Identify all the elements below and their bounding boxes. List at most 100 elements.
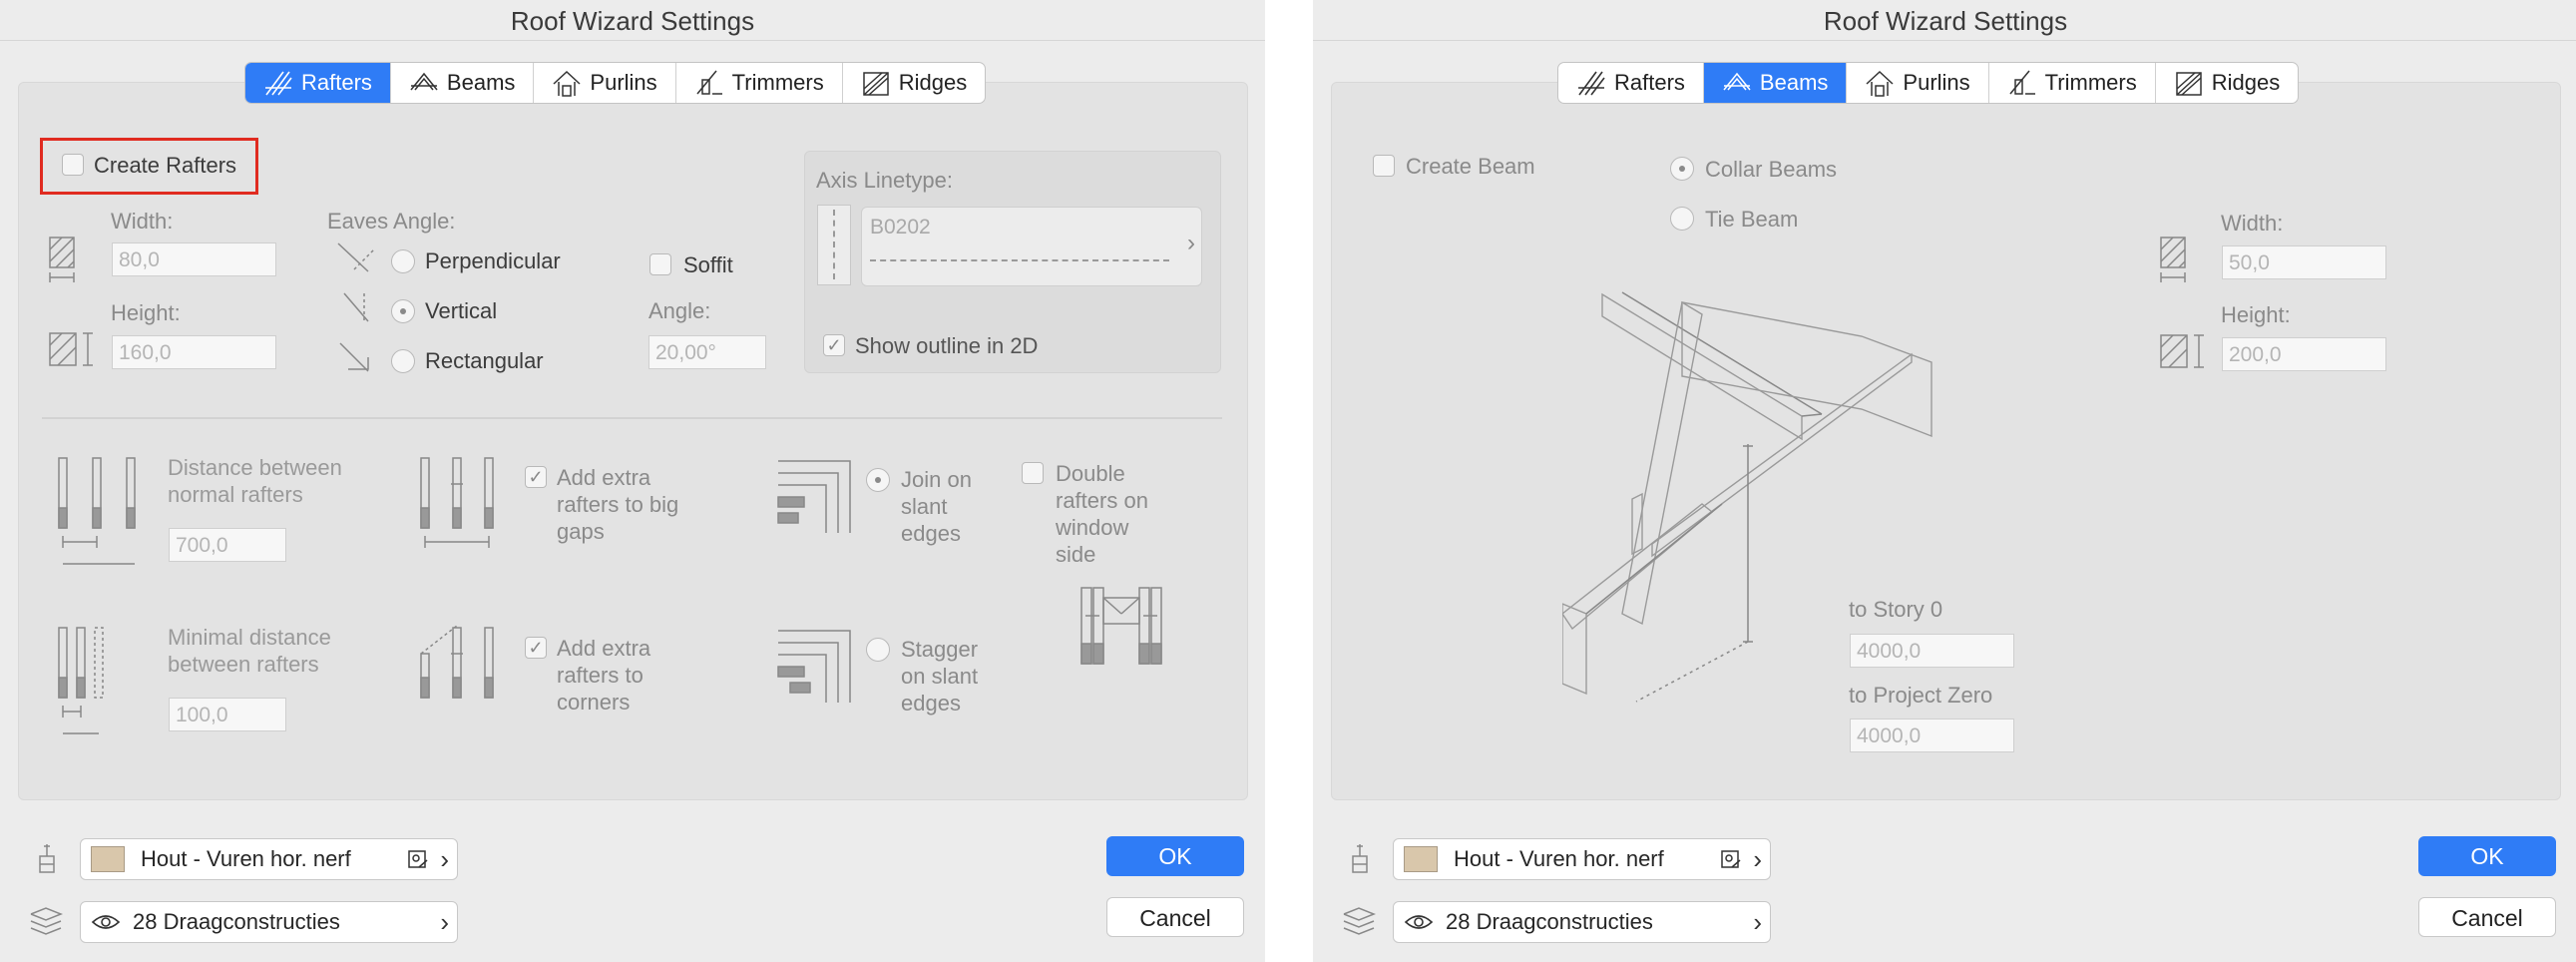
tab-beams[interactable]: Beams xyxy=(1703,63,1848,103)
width-label: Width: xyxy=(2221,211,2284,236)
chevron-right-icon: › xyxy=(440,907,449,937)
chevron-right-icon: › xyxy=(1753,907,1762,937)
purlins-icon xyxy=(1866,70,1894,97)
height-label: Height: xyxy=(2221,302,2291,327)
soffit-checkbox[interactable] xyxy=(649,253,671,275)
join-slant-edges-icon xyxy=(777,460,851,533)
to-story-field[interactable]: 4000,0 xyxy=(1850,634,2014,668)
tab-trimmers[interactable]: Trimmers xyxy=(676,63,843,103)
create-beam-checkbox[interactable] xyxy=(1373,155,1395,177)
minimal-distance-icon xyxy=(58,627,104,734)
soffit-label: Soffit xyxy=(683,252,733,277)
tie-beam-radio[interactable] xyxy=(1670,207,1694,231)
tie-beam-label: Tie Beam xyxy=(1705,207,1799,232)
tab-purlins[interactable]: Purlins xyxy=(1847,63,1989,103)
material-name: Hout - Vuren hor. nerf xyxy=(141,846,351,871)
create-rafters-checkbox[interactable] xyxy=(62,154,84,176)
paintbrush-icon xyxy=(39,844,55,873)
width-field[interactable]: 80,0 xyxy=(112,242,276,276)
minimal-distance-field[interactable]: 100,0 xyxy=(169,698,286,731)
show-outline-checkbox[interactable]: ✓ xyxy=(823,334,845,356)
ok-button[interactable]: OK xyxy=(2418,836,2556,876)
tab-label: Ridges xyxy=(2211,70,2281,95)
distance-normal-label: Distance between normal rafters xyxy=(168,455,342,507)
stagger-slant-edges-icon xyxy=(777,630,851,703)
material-picker[interactable]: Hout - Vuren hor. nerf › xyxy=(80,838,458,880)
join-slant-radio[interactable] xyxy=(866,468,890,492)
tab-label: Ridges xyxy=(898,70,968,95)
material-name: Hout - Vuren hor. nerf xyxy=(1454,846,1664,871)
axis-linetype-selector[interactable]: B0202 › xyxy=(861,207,1202,286)
distance-normal-field[interactable]: 700,0 xyxy=(169,528,286,562)
angle-label: Angle: xyxy=(648,298,711,323)
tab-label: Rafters xyxy=(1614,70,1685,95)
hatched-width-icon xyxy=(2160,237,2186,282)
tab-label: Trimmers xyxy=(2044,70,2137,95)
double-rafters-checkbox[interactable] xyxy=(1022,462,1044,484)
layers-icon xyxy=(30,907,64,935)
dialog-title: Roof Wizard Settings xyxy=(1313,0,2576,41)
extra-rafters-gaps-icon xyxy=(420,457,494,548)
eye-icon xyxy=(91,915,121,929)
tab-beams[interactable]: Beams xyxy=(391,63,535,103)
paintbrush-icon xyxy=(1352,844,1368,873)
ok-button[interactable]: OK xyxy=(1106,836,1244,876)
extra-rafters-corners-checkbox[interactable]: ✓ xyxy=(525,637,547,659)
width-label: Width: xyxy=(111,209,174,234)
rectangular-radio[interactable] xyxy=(391,349,415,373)
create-beam-label: Create Beam xyxy=(1406,154,1535,179)
vertical-radio[interactable] xyxy=(391,299,415,323)
tab-ridges[interactable]: Ridges xyxy=(2156,63,2298,103)
extra-rafters-gaps-checkbox[interactable]: ✓ xyxy=(525,466,547,488)
extra-rafters-gaps-label: Add extra rafters to big gaps xyxy=(557,465,679,544)
tab-rafters[interactable]: Rafters xyxy=(1558,63,1704,103)
beams-icon xyxy=(410,72,438,91)
stagger-slant-label: Stagger on slant edges xyxy=(901,637,979,716)
to-project-zero-label: to Project Zero xyxy=(1849,683,1993,708)
material-picker[interactable]: Hout - Vuren hor. nerf › xyxy=(1393,838,1771,880)
perpendicular-label: Perpendicular xyxy=(425,248,561,273)
normal-rafters-distance-icon xyxy=(58,457,136,565)
collar-beams-radio[interactable] xyxy=(1670,157,1694,181)
axis-linetype-label: Axis Linetype: xyxy=(816,168,953,193)
tab-trimmers[interactable]: Trimmers xyxy=(1989,63,2156,103)
extra-rafters-corners-label: Add extra rafters to corners xyxy=(557,636,651,715)
tab-label: Rafters xyxy=(301,70,372,95)
height-field[interactable]: 160,0 xyxy=(112,335,276,369)
width-field[interactable]: 50,0 xyxy=(2222,245,2386,279)
chevron-right-icon: › xyxy=(440,844,449,874)
linetype-pattern xyxy=(870,259,1169,261)
dialog-title: Roof Wizard Settings xyxy=(0,0,1265,41)
eye-icon xyxy=(1404,915,1434,929)
angle-field[interactable]: 20,00° xyxy=(648,335,766,369)
tab-label: Beams xyxy=(1759,70,1829,95)
tab-label: Purlins xyxy=(1903,70,1970,95)
layer-picker[interactable]: 28 Draagconstructies › xyxy=(1393,901,1771,943)
cancel-button[interactable]: Cancel xyxy=(1106,897,1244,937)
trimmers-icon xyxy=(696,70,722,95)
eaves-vertical-icon xyxy=(343,292,369,323)
minimal-distance-label: Minimal distance between rafters xyxy=(168,625,331,677)
layer-picker[interactable]: 28 Draagconstructies › xyxy=(80,901,458,943)
rafters-icon xyxy=(265,71,292,96)
height-label: Height: xyxy=(111,300,181,325)
collar-beams-label: Collar Beams xyxy=(1705,157,1838,182)
hatched-height-icon xyxy=(2160,334,2204,368)
eaves-perpendicular-icon xyxy=(337,242,375,272)
double-rafters-label: Double rafters on window side xyxy=(1056,461,1148,567)
to-project-zero-field[interactable]: 4000,0 xyxy=(1850,719,2014,752)
cancel-button[interactable]: Cancel xyxy=(2418,897,2556,937)
join-slant-label: Join on slant edges xyxy=(901,467,972,546)
perpendicular-radio[interactable] xyxy=(391,249,415,273)
chevron-right-icon: › xyxy=(1753,844,1762,874)
tab-ridges[interactable]: Ridges xyxy=(843,63,985,103)
rectangular-label: Rectangular xyxy=(425,348,544,373)
stagger-slant-radio[interactable] xyxy=(866,638,890,662)
height-field[interactable]: 200,0 xyxy=(2222,337,2386,371)
tab-rafters[interactable]: Rafters xyxy=(245,63,391,103)
ridges-icon xyxy=(2175,72,2202,96)
layer-name: 28 Draagconstructies xyxy=(133,909,340,934)
material-swatch xyxy=(91,846,125,872)
hatched-width-icon xyxy=(49,237,75,282)
tab-purlins[interactable]: Purlins xyxy=(534,63,676,103)
